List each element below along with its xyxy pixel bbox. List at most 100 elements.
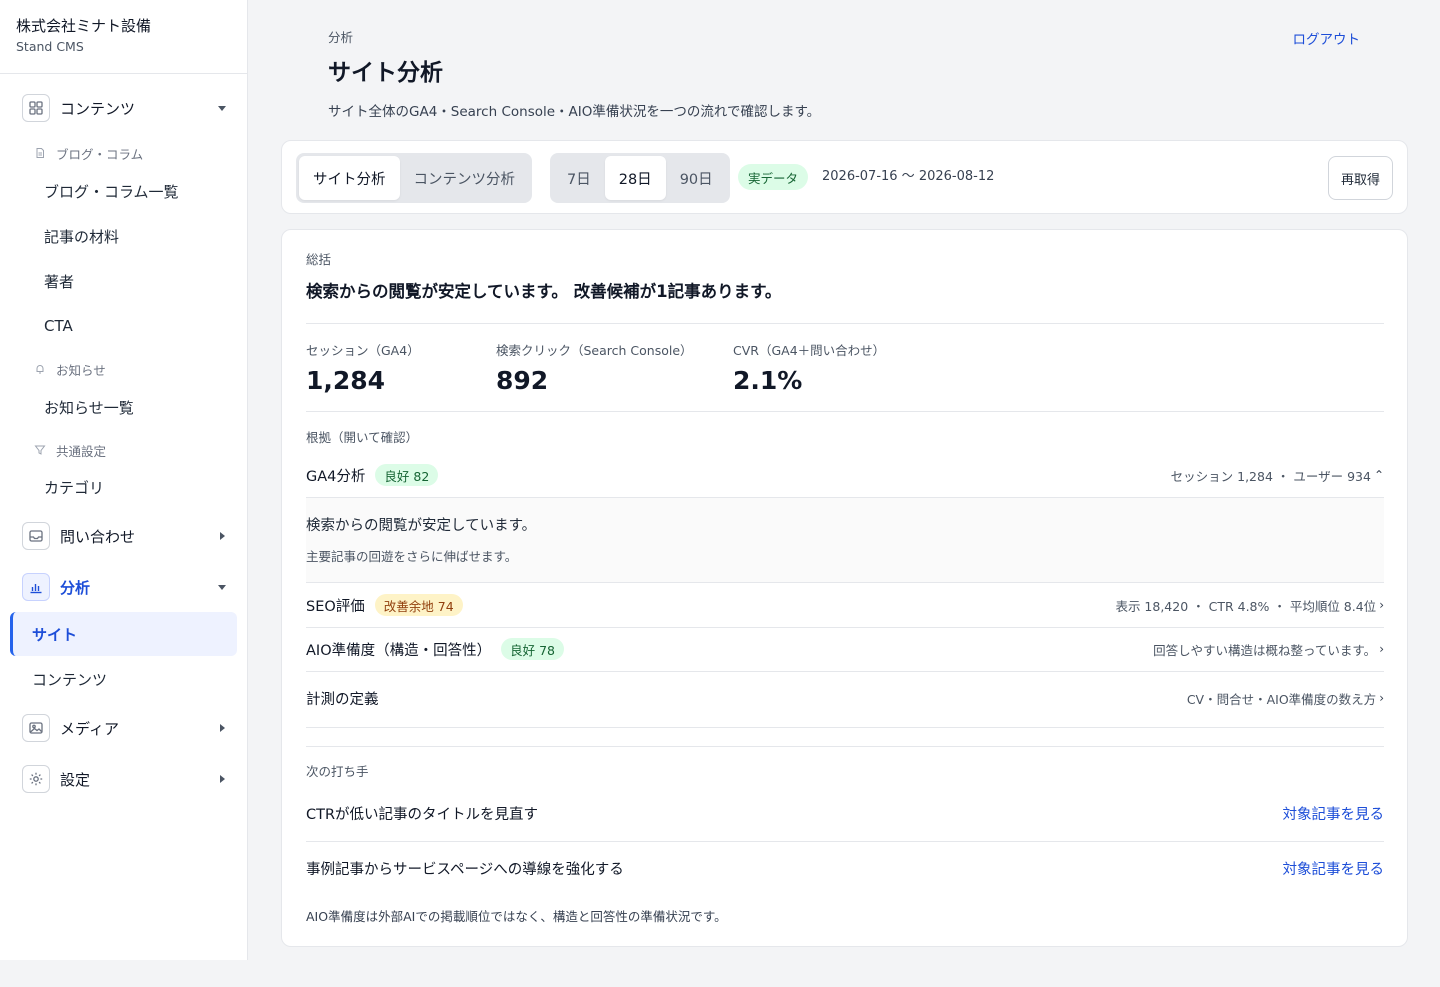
section-label: お知らせ	[56, 362, 106, 378]
sidebar-item-cta[interactable]: CTA	[44, 314, 73, 338]
tab-site-analysis[interactable]: サイト分析	[299, 156, 400, 200]
sidebar-group-contents[interactable]: コンテンツ	[22, 93, 228, 123]
row-title: SEO評価	[306, 598, 365, 615]
row-meta-text: 回答しやすい構造は概ね整っています。	[1153, 642, 1377, 658]
sidebar-group-media[interactable]: メディア	[22, 713, 228, 743]
product-name: Stand CMS	[16, 39, 84, 54]
next-action-item: CTRが低い記事のタイトルを見直す 対象記事を見る	[306, 786, 1384, 840]
caret-down-icon	[216, 581, 228, 593]
chevron-up-icon: ⌃	[1373, 468, 1384, 482]
metric-value: 2.1%	[733, 366, 803, 395]
inbox-icon	[22, 522, 50, 550]
sidebar-group-label: メディア	[60, 719, 119, 738]
page-title: サイト分析	[328, 60, 443, 86]
tab-content-analysis[interactable]: コンテンツ分析	[400, 156, 530, 200]
page-header: 分析 サイト分析 サイト全体のGA4・Search Console・AIO準備状…	[328, 28, 1360, 122]
sidebar-group-analytics[interactable]: 分析	[22, 572, 228, 602]
date-range: 2026-07-16 〜 2026-08-12	[822, 169, 995, 184]
sidebar-group-label: 問い合わせ	[60, 527, 136, 546]
filter-icon	[34, 445, 46, 455]
refetch-button[interactable]: 再取得	[1327, 156, 1393, 200]
analytics-toolbar: サイト分析 コンテンツ分析 7日 28日 90日 実データ 2026-07-16…	[281, 140, 1408, 214]
section-label: 共通設定	[56, 443, 107, 459]
aio-footnote: AIO準備度は外部AIでの掲載順位ではなく、構造と回答性の準備状況です。	[306, 909, 727, 924]
chevron-right-icon: ›	[1379, 691, 1384, 705]
sidebar-group-inquiries[interactable]: 問い合わせ	[22, 521, 228, 551]
grid-icon	[22, 94, 50, 122]
breadcrumb: 分析	[328, 30, 354, 45]
metric-cvr: CVR（GA4＋問い合わせ） 2.1%	[733, 342, 885, 395]
document-icon	[36, 148, 44, 158]
period-28d[interactable]: 28日	[604, 156, 666, 200]
sidebar-item-analytics-site[interactable]: サイト	[10, 612, 237, 656]
action-text: 事例記事からサービスページへの導線を強化する	[306, 861, 624, 878]
sidebar-item-news-list[interactable]: お知らせ一覧	[44, 395, 134, 419]
sidebar-group-label: 分析	[60, 578, 91, 597]
row-title: 計測の定義	[306, 691, 379, 708]
metric-search-clicks: 検索クリック（Search Console） 892	[496, 342, 693, 395]
logout-link[interactable]: ログアウト	[1293, 28, 1361, 48]
caret-right-icon	[216, 773, 228, 785]
row-title: AIO準備度（構造・回答性）	[306, 642, 492, 659]
divider	[306, 411, 1384, 412]
evidence-row-definition[interactable]: 計測の定義 CV・問合せ・AIO準備度の数え方 ›	[306, 676, 1384, 720]
period-7d[interactable]: 7日	[553, 156, 605, 200]
ga4-expanded-panel: 検索からの閲覧が安定しています。 主要記事の回遊をさらに伸ばせます。	[306, 497, 1384, 583]
sidebar-group-label: コンテンツ	[60, 99, 136, 118]
image-icon	[22, 714, 50, 742]
divider	[306, 323, 1384, 324]
view-articles-link[interactable]: 対象記事を見る	[1283, 803, 1385, 824]
next-action-item: 事例記事からサービスページへの導線を強化する 対象記事を見る	[306, 841, 1384, 895]
sidebar-group-settings[interactable]: 設定	[22, 764, 228, 794]
row-meta-text: 表示 18,420 ・ CTR 4.8% ・ 平均順位 8.4位	[1115, 598, 1377, 614]
row-meta: セッション 1,284 ・ ユーザー 934 ⌃	[1171, 466, 1384, 485]
row-title: GA4分析	[306, 468, 366, 485]
sidebar-group-label: 設定	[60, 770, 91, 789]
sidebar-section-common: 共通設定	[34, 440, 106, 460]
evidence-label: 根拠（開いて確認）	[306, 430, 419, 445]
chevron-right-icon: ›	[1379, 598, 1384, 612]
chevron-right-icon: ›	[1379, 642, 1384, 656]
sidebar-item-analytics-contents[interactable]: コンテンツ	[10, 657, 237, 701]
brand: 株式会社ミナト設備 Stand CMS	[0, 0, 247, 74]
period-90d[interactable]: 90日	[666, 156, 727, 200]
metric-value: 892	[496, 366, 549, 395]
period-selector: 7日 28日 90日	[550, 153, 730, 203]
summary-headline: 検索からの閲覧が安定しています。 改善候補が1記事あります。	[306, 282, 782, 301]
section-label: ブログ・コラム	[56, 146, 144, 162]
sidebar-item-authors[interactable]: 著者	[44, 269, 74, 293]
sidebar-section-blog: ブログ・コラム	[34, 143, 143, 163]
view-articles-link[interactable]: 対象記事を見る	[1283, 858, 1385, 879]
sidebar-item-blog-list[interactable]: ブログ・コラム一覧	[44, 179, 179, 203]
row-meta-text: CV・問合せ・AIO準備度の数え方	[1186, 691, 1377, 707]
metric-label: セッション（GA4）	[306, 343, 420, 358]
expanded-title: 検索からの閲覧が安定しています。	[306, 518, 537, 534]
metric-label: CVR（GA4＋問い合わせ）	[733, 343, 886, 358]
bell-icon	[36, 365, 44, 374]
company-name: 株式会社ミナト設備	[16, 17, 152, 35]
action-text: CTRが低い記事のタイトルを見直す	[306, 806, 539, 823]
real-data-badge: 実データ	[738, 164, 809, 190]
row-meta: 表示 18,420 ・ CTR 4.8% ・ 平均順位 8.4位 ›	[1115, 596, 1384, 615]
evidence-row-seo[interactable]: SEO評価 改善余地 74 表示 18,420 ・ CTR 4.8% ・ 平均順…	[306, 583, 1384, 627]
sidebar-item-category[interactable]: カテゴリ	[44, 475, 104, 499]
score-badge: 改善余地 74	[374, 594, 463, 616]
divider	[306, 727, 1384, 728]
caret-right-icon	[216, 722, 228, 734]
score-badge: 良好 78	[501, 638, 564, 660]
caret-right-icon	[216, 530, 228, 542]
expanded-subtitle: 主要記事の回遊をさらに伸ばせます。	[306, 549, 518, 564]
next-actions-label: 次の打ち手	[306, 764, 369, 779]
metric-sessions: セッション（GA4） 1,284	[306, 342, 420, 395]
row-meta: 回答しやすい構造は概ね整っています。 ›	[1153, 640, 1384, 659]
evidence-row-aio[interactable]: AIO準備度（構造・回答性） 良好 78 回答しやすい構造は概ね整っています。 …	[306, 627, 1384, 671]
gear-icon	[22, 765, 50, 793]
score-badge: 良好 82	[375, 464, 439, 486]
view-tabs: サイト分析 コンテンツ分析	[296, 153, 532, 203]
evidence-row-ga4[interactable]: GA4分析 良好 82 セッション 1,284 ・ ユーザー 934 ⌃	[306, 453, 1384, 497]
summary-label: 総括	[306, 252, 332, 267]
sidebar-item-materials[interactable]: 記事の材料	[44, 224, 119, 248]
divider	[306, 671, 1384, 672]
bar-chart-icon	[22, 573, 50, 601]
caret-down-icon	[216, 102, 228, 114]
